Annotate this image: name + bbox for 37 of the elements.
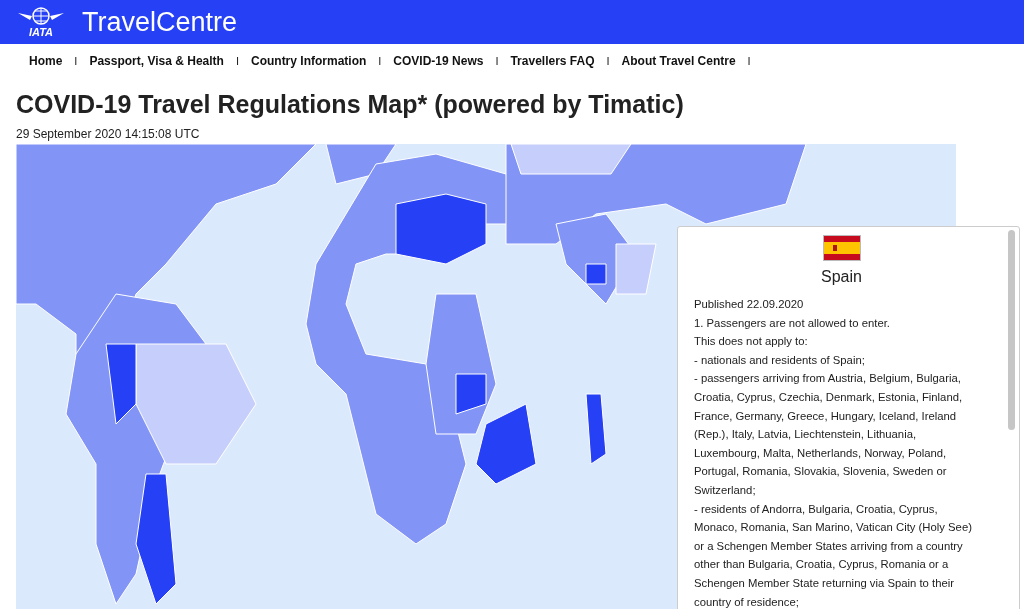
nav-separator: I xyxy=(235,55,239,67)
nav-separator: I xyxy=(495,55,499,67)
nav-separator: I xyxy=(74,55,78,67)
nav-link[interactable]: Travellers FAQ xyxy=(510,54,595,68)
nav-link[interactable]: Home xyxy=(29,54,63,68)
regulation-text-line: Croatia, Cyprus, Czechia, Denmark, Estonia, Finland, xyxy=(694,389,964,405)
regulation-text-line: Monaco, Romania, San Marino, Vatican City (Holy See) xyxy=(694,520,973,536)
regulation-text-line: France, Germany, Greece, Hungary, Iceland, Ireland xyxy=(694,408,958,424)
regulation-text-line: other than Bulgaria, Croatia, Cyprus, Romania or a xyxy=(694,557,950,573)
nav-separator: I xyxy=(747,55,751,67)
nav-separator: I xyxy=(378,55,382,67)
country-name: Spain xyxy=(820,268,863,286)
regulation-text-line: Published 22.09.2020 xyxy=(694,297,805,312)
page-title: COVID-19 Travel Regulations Map* (powered by Timatic) xyxy=(16,90,685,119)
regulation-text-line: Luxembourg, Malta, Netherlands, Norway, Poland, xyxy=(694,445,948,461)
regulation-text-line: - residents of Andorra, Bulgaria, Croatia, Cyprus, xyxy=(694,501,939,517)
nav-link[interactable]: Country Information xyxy=(250,54,367,68)
regulation-text-line: This does not apply to: xyxy=(694,334,809,350)
nav-link[interactable]: Passport, Visa & Health xyxy=(89,54,224,68)
regulation-text-line: 1. Passengers are not allowed to enter. xyxy=(694,315,891,331)
site-title[interactable]: TravelCentre xyxy=(82,6,238,38)
globe-wings-icon xyxy=(16,6,66,27)
regulation-text-line: Schengen Member State returning via Spain to their xyxy=(694,575,955,591)
nav-link[interactable]: About Travel Centre xyxy=(621,54,736,68)
regulation-text-line: country of residence; xyxy=(694,594,800,609)
regulation-text-line: Portugal, Romania, Slovakia, Slovenia, Sweden or xyxy=(694,464,948,480)
nav-separator: I xyxy=(606,55,610,67)
regulation-text-line: - passengers arriving from Austria, Belgium, Bulgaria, xyxy=(694,371,962,387)
nav-link[interactable]: COVID-19 News xyxy=(393,54,484,68)
timestamp: 29 September 2020 14:15:08 UTC xyxy=(16,127,201,141)
spain-flag-icon xyxy=(822,235,861,261)
logo-text: IATA xyxy=(29,26,53,38)
regulation-text-line: (Rep.), Italy, Latvia, Liechtenstein, Lithuania, xyxy=(694,427,918,443)
regulation-text-line: - nationals and residents of Spain; xyxy=(694,352,866,368)
regulation-text-line: Switzerland; xyxy=(694,482,757,498)
regulation-text-line: or a Schengen Member States arriving from a country xyxy=(694,538,964,554)
scrollbar-thumb[interactable] xyxy=(1008,230,1015,430)
